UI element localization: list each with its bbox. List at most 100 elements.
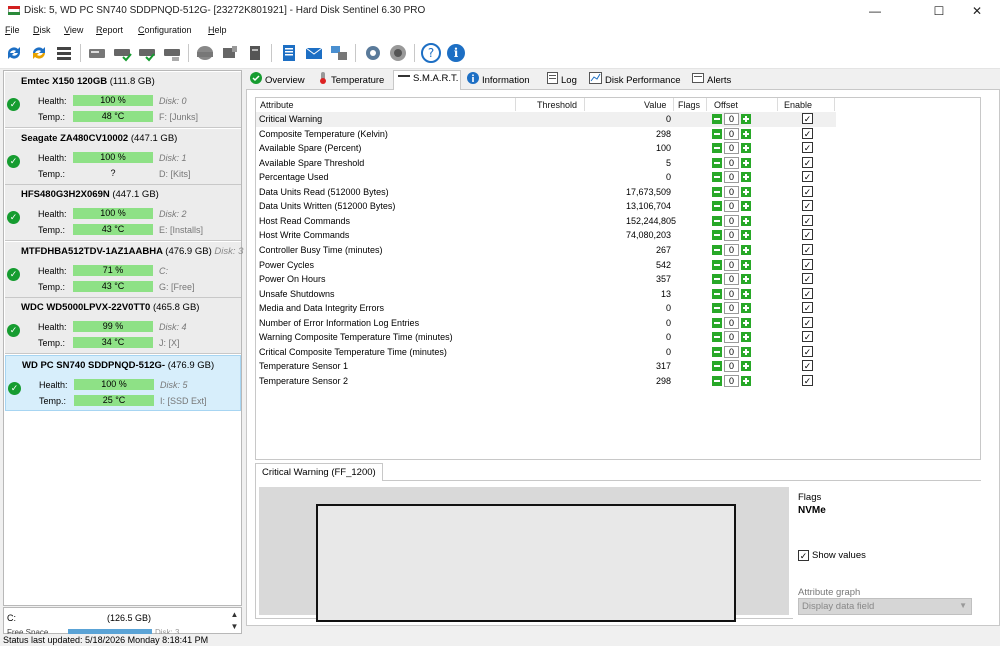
offset-decrease-button[interactable] [712,303,722,314]
drive-scan-icon[interactable] [136,42,158,64]
offset-decrease-button[interactable] [712,114,722,124]
drive-disable-icon[interactable] [194,42,216,64]
smart-row[interactable]: Host Read Commands 152,244,805 0 ✓ [256,214,836,229]
smart-row[interactable]: Percentage Used 0 0 ✓ [256,170,836,185]
offset-increase-button[interactable] [741,361,751,372]
offset-increase-button[interactable] [741,375,751,386]
enable-checkbox[interactable]: ✓ [802,243,813,255]
scroll-down-icon[interactable]: ▼ [229,621,240,633]
enable-checkbox[interactable]: ✓ [802,287,813,299]
col-attribute[interactable]: Attribute [260,100,294,110]
offset-decrease-button[interactable] [712,230,722,241]
offset-value[interactable]: 0 [724,229,739,242]
enable-checkbox[interactable]: ✓ [802,142,813,154]
col-threshold[interactable]: Threshold [537,100,577,110]
smart-row[interactable]: Warning Composite Temperature Time (minu… [256,330,836,345]
tab-overview[interactable]: Overview [250,72,305,89]
offset-decrease-button[interactable] [712,317,722,328]
offset-decrease-button[interactable] [712,186,722,197]
offset-increase-button[interactable] [741,157,751,168]
offset-value[interactable]: 0 [724,113,739,125]
enable-checkbox[interactable]: ✓ [802,127,813,139]
offset-decrease-button[interactable] [712,288,722,299]
menu-report[interactable]: Report [96,25,123,35]
close-button[interactable]: ✕ [960,0,994,22]
help-icon[interactable]: ? [420,42,442,64]
disk-card[interactable]: HFS480G3H2X069N (447.1 GB) ✓ Health: 100 %… [5,185,241,241]
offset-increase-button[interactable] [741,201,751,212]
smart-row[interactable]: Critical Composite Temperature Time (min… [256,345,836,360]
offset-value[interactable]: 0 [724,360,739,373]
smart-row[interactable]: Media and Data Integrity Errors 0 0 ✓ [256,301,836,316]
smart-row[interactable]: Number of Error Information Log Entries 0… [256,316,836,331]
smart-row[interactable]: Unsafe Shutdowns 13 0 ✓ [256,287,836,302]
refresh-all-icon[interactable] [28,42,50,64]
scroll-up-icon[interactable]: ▲ [229,609,240,621]
enable-checkbox[interactable]: ✓ [802,302,813,314]
offset-value[interactable]: 0 [724,258,739,271]
drive-list-icon[interactable] [53,42,75,64]
minimize-button[interactable]: — [858,0,892,22]
enable-checkbox[interactable]: ✓ [802,345,813,357]
enable-checkbox[interactable]: ✓ [802,156,813,168]
speaker-icon[interactable] [387,42,409,64]
smart-row[interactable]: Available Spare Threshold 5 0 ✓ [256,156,836,171]
offset-decrease-button[interactable] [712,201,722,212]
smart-row[interactable]: Power Cycles 542 0 ✓ [256,258,836,273]
enable-checkbox[interactable]: ✓ [802,316,813,328]
offset-increase-button[interactable] [741,172,751,183]
offset-decrease-button[interactable] [712,157,722,168]
offset-increase-button[interactable] [741,288,751,299]
refresh-icon[interactable] [3,42,25,64]
col-flags[interactable]: Flags [678,100,700,110]
drive-info-icon[interactable] [244,42,266,64]
offset-value[interactable]: 0 [724,185,739,198]
enable-checkbox[interactable]: ✓ [802,331,813,343]
offset-decrease-button[interactable] [712,128,722,139]
offset-value[interactable]: 0 [724,345,739,358]
smart-row[interactable]: Data Units Read (512000 Bytes) 17,673,509… [256,185,836,200]
smart-row[interactable]: Composite Temperature (Kelvin) 298 0 ✓ [256,127,836,142]
enable-checkbox[interactable]: ✓ [802,185,813,197]
disk-card[interactable]: WD PC SN740 SDDPNQD-512G- (476.9 GB) ✓ He… [5,354,241,411]
offset-increase-button[interactable] [741,346,751,357]
show-values-checkbox[interactable]: ✓ [798,550,809,561]
offset-value[interactable]: 0 [724,287,739,300]
offset-decrease-button[interactable] [712,244,722,255]
network-icon[interactable] [328,42,350,64]
disk-card[interactable]: WDC WD5000LPVX-22V0TT0 (465.8 GB) ✓ Healt… [5,298,241,354]
drive-test-icon[interactable] [86,42,108,64]
offset-increase-button[interactable] [741,143,751,154]
offset-decrease-button[interactable] [712,172,722,183]
tab-log[interactable]: Log [547,72,577,89]
enable-checkbox[interactable]: ✓ [802,113,813,124]
smart-row[interactable]: Data Units Written (512000 Bytes) 13,106,… [256,199,836,214]
menu-disk[interactable]: Disk [33,25,51,35]
tab-smart[interactable]: S.M.A.R.T. [393,70,461,90]
menu-file[interactable]: File [5,25,20,35]
offset-decrease-button[interactable] [712,143,722,154]
offset-value[interactable]: 0 [724,374,739,387]
offset-increase-button[interactable] [741,215,751,226]
offset-increase-button[interactable] [741,114,751,124]
menu-help[interactable]: Help [208,25,227,35]
offset-increase-button[interactable] [741,332,751,343]
drive-alert-icon[interactable] [219,42,241,64]
attribute-graph-select[interactable]: Display data field ▼ [798,598,972,615]
offset-value[interactable]: 0 [724,156,739,169]
smart-row[interactable]: Controller Busy Time (minutes) 267 0 ✓ [256,243,836,258]
enable-checkbox[interactable]: ✓ [802,273,813,285]
offset-increase-button[interactable] [741,230,751,241]
enable-checkbox[interactable]: ✓ [802,214,813,226]
offset-increase-button[interactable] [741,303,751,314]
smart-row[interactable]: Temperature Sensor 1 317 0 ✓ [256,359,836,374]
enable-checkbox[interactable]: ✓ [802,200,813,212]
maximize-button[interactable]: ☐ [922,0,956,22]
about-icon[interactable]: i [445,42,467,64]
disk-card[interactable]: Seagate ZA480CV10002 (447.1 GB) ✓ Health:… [5,128,241,185]
settings-icon[interactable] [362,42,384,64]
report-icon[interactable] [278,42,300,64]
enable-checkbox[interactable]: ✓ [802,171,813,183]
offset-value[interactable]: 0 [724,243,739,256]
col-enable[interactable]: Enable [784,100,812,110]
